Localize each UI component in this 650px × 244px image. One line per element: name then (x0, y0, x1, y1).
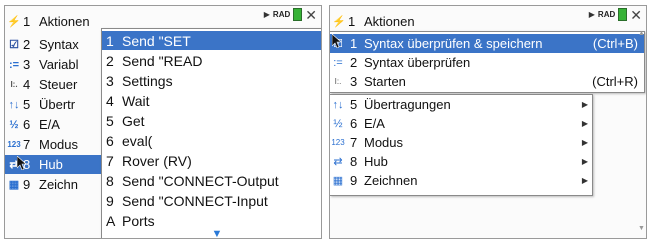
angle-mode-badge: RAD (597, 10, 616, 19)
lightning-icon: ⚡ (332, 16, 346, 28)
menu-item-variablen[interactable]: := 3 Variabl (5, 55, 79, 74)
scroll-down-icon[interactable]: ▼ (102, 229, 321, 239)
triangle-icon: ▶ (588, 10, 595, 19)
submenu-item-rover[interactable]: 7 Rover (RV) ▶ (102, 151, 321, 170)
submenu-arrow-icon: ▶ (581, 119, 588, 128)
main-menu-list: ↑↓ 5 Übertragungen ▶ ½ 6 E/A ▶ 123 7 Mod… (330, 94, 593, 196)
submenu-item-eval[interactable]: 6 eval( (102, 131, 321, 150)
lightning-icon: ⚡ (7, 16, 21, 28)
scroll-up-icon[interactable]: ▲ (638, 30, 645, 37)
menu-item-aktionen[interactable]: ⚡ 1 Aktionen (330, 12, 414, 31)
submenu-item-settings[interactable]: 3 Settings ▶ (102, 71, 321, 90)
assign-icon: := (8, 58, 20, 71)
hub-submenu: 1 Send "SET ▶ 2 Send "READ ▶ 3 Settings … (101, 28, 321, 239)
submenu-item-connect-output[interactable]: 8 Send "CONNECT-Output ▶ (102, 171, 321, 190)
battery-icon (293, 8, 303, 21)
menu-item-ea[interactable]: ½ 6 E/A ▶ (330, 114, 592, 133)
menu-item-hub[interactable]: ⇄ 8 Hub ▶ (330, 152, 592, 171)
menu-item-modus[interactable]: 123 7 Modus (5, 135, 78, 154)
submenu-item-check[interactable]: := 2 Syntax überprüfen (330, 53, 644, 72)
mouse-cursor-icon (17, 156, 27, 170)
submenu-arrow-icon: ▶ (581, 100, 588, 109)
menu-item-zeichnen[interactable]: ▦ 9 Zeichnen ▶ (330, 171, 592, 190)
menu-item-zeichnen[interactable]: ▦ 9 Zeichn (5, 175, 78, 194)
mouse-cursor-icon (332, 34, 342, 48)
close-icon[interactable]: ✕ (630, 8, 642, 22)
draw-icon: ▦ (8, 179, 20, 191)
mode-icon: 123 (7, 140, 21, 149)
right-screen: ▶ RAD ✕ ⚡ 1 Aktionen ☑ 1 Syntax überprüf… (329, 5, 647, 239)
close-icon[interactable]: ✕ (305, 8, 317, 22)
submenu-item-send-set[interactable]: 1 Send "SET ▶ (102, 31, 321, 50)
io-icon: ½ (333, 117, 343, 130)
angle-mode-badge: RAD (272, 10, 291, 19)
control-icon: I:. (10, 80, 18, 89)
submenu-item-check-save[interactable]: ☑ 1 Syntax überprüfen & speichern (Ctrl+… (330, 34, 644, 53)
assign-icon: := (333, 56, 343, 69)
checkbox-icon: ☑ (9, 39, 19, 51)
submenu-item-start[interactable]: I:. 3 Starten (Ctrl+R) (330, 72, 644, 91)
scroll-down-icon[interactable]: ▼ (638, 225, 645, 232)
status-bar: ▶ RAD ✕ (588, 8, 642, 22)
menu-item-syntax[interactable]: ☑ 2 Syntax (5, 35, 79, 54)
syntax-submenu: ☑ 1 Syntax überprüfen & speichern (Ctrl+… (330, 31, 645, 93)
submenu-item-connect-input[interactable]: 9 Send "CONNECT-Input ▶ (102, 191, 321, 210)
triangle-icon: ▶ (263, 10, 270, 19)
submenu-item-get[interactable]: 5 Get (102, 111, 321, 130)
menu-item-ea[interactable]: ½ 6 E/A (5, 115, 60, 134)
menu-item-aktionen[interactable]: ⚡ 1 Aktionen (5, 12, 89, 31)
transfer-icon: ↑↓ (332, 98, 344, 111)
status-bar: ▶ RAD ✕ (263, 8, 317, 22)
io-icon: ½ (9, 118, 19, 131)
control-icon: I:. (334, 77, 342, 86)
menu-item-uebertragungen[interactable]: ↑↓ 5 Übertragungen ▶ (330, 95, 592, 114)
mode-icon: 123 (331, 138, 345, 147)
transfer-icon: ↑↓ (8, 98, 20, 111)
menu-item-steuerung[interactable]: I:. 4 Steuer (5, 75, 77, 94)
submenu-arrow-icon: ▶ (581, 138, 588, 147)
hub-icon: ⇄ (333, 156, 343, 168)
left-screen: ▶ RAD ✕ ⚡ 1 Aktionen ☑ 2 Syntax := 3 Var… (4, 5, 322, 239)
submenu-item-send-read[interactable]: 2 Send "READ ▶ (102, 51, 321, 70)
submenu-item-wait[interactable]: 4 Wait (102, 91, 321, 110)
submenu-arrow-icon: ▶ (581, 157, 588, 166)
battery-icon (618, 8, 628, 21)
scrollbar[interactable]: ▲ ▼ (638, 30, 645, 232)
menu-item-uebertragungen[interactable]: ↑↓ 5 Übertr (5, 95, 76, 114)
draw-icon: ▦ (332, 175, 344, 187)
menu-item-modus[interactable]: 123 7 Modus ▶ (330, 133, 592, 152)
submenu-arrow-icon: ▶ (581, 176, 588, 185)
